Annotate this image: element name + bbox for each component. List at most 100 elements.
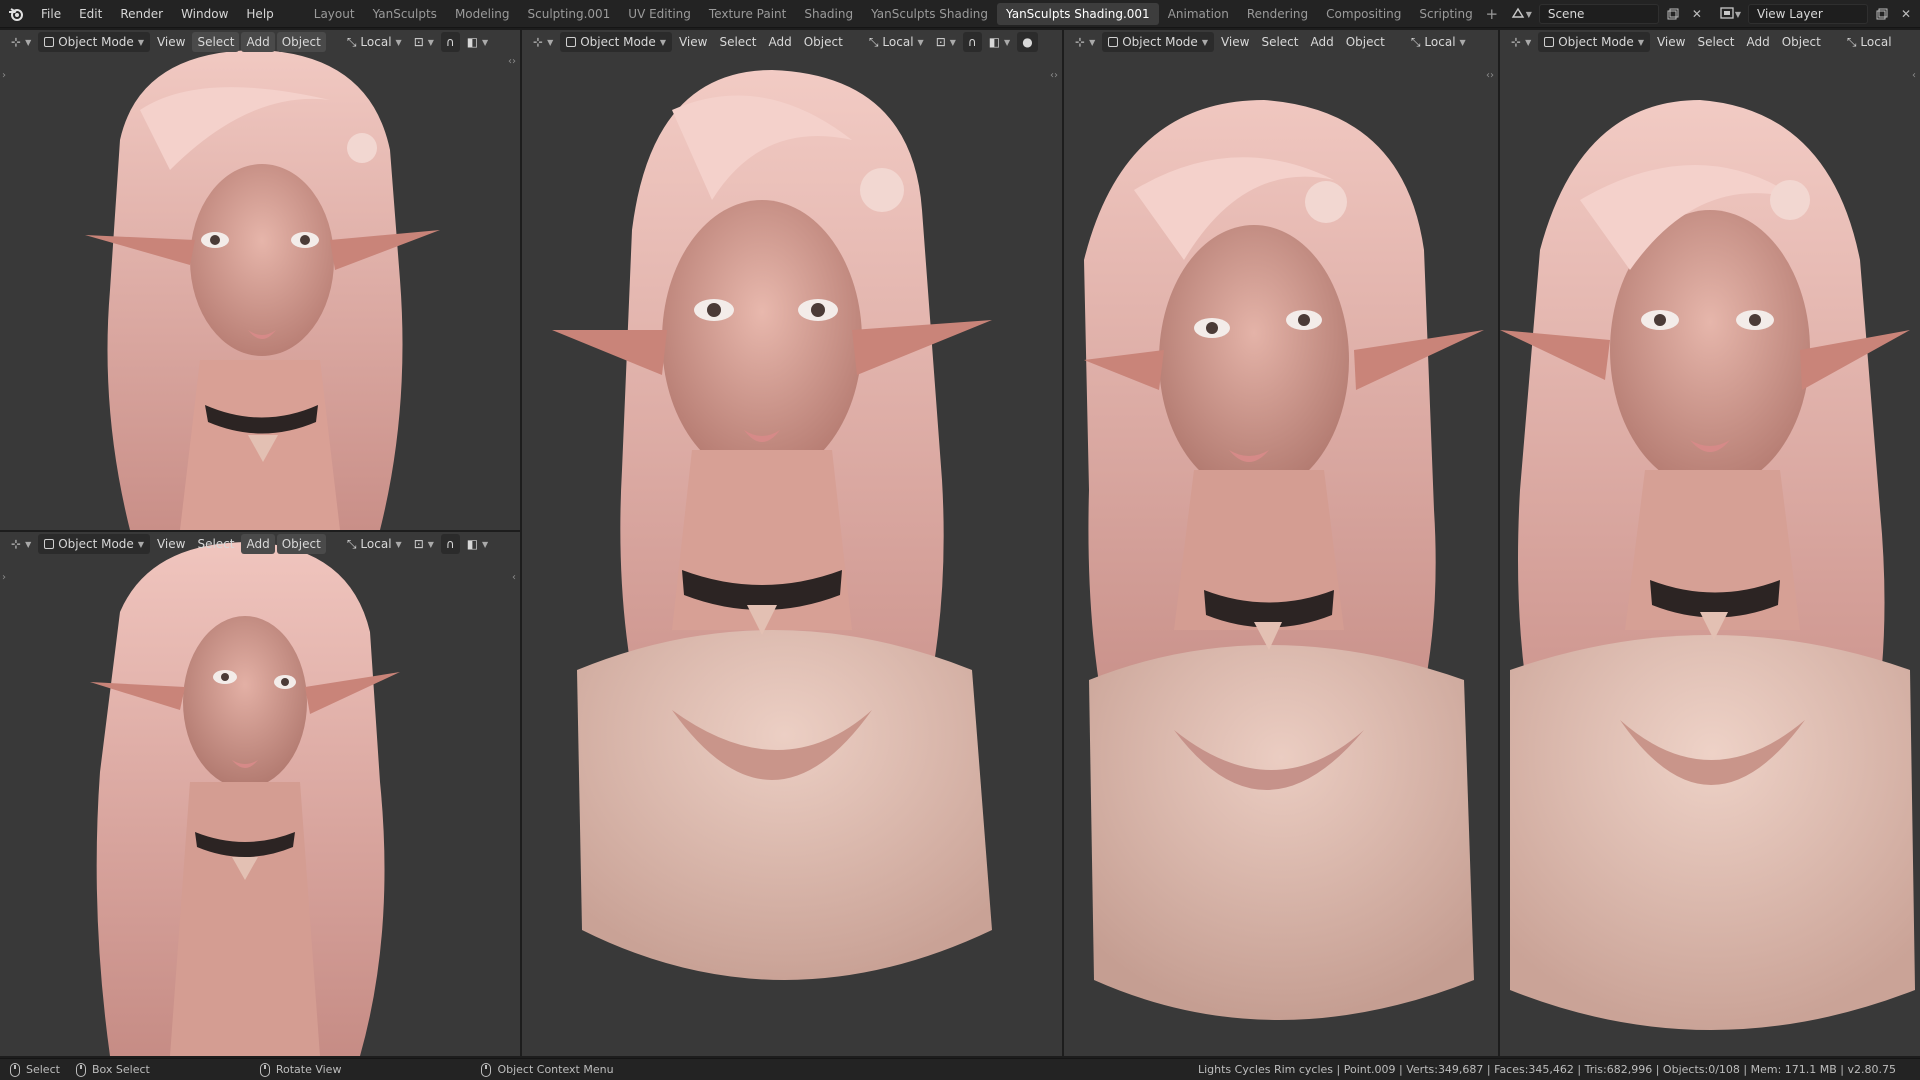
select-menu[interactable]: Select <box>1692 32 1739 52</box>
view-layer-field[interactable]: View Layer <box>1748 4 1868 24</box>
chevron-down-icon: ▼ <box>1201 37 1208 47</box>
snap-toggle[interactable]: ∩ <box>440 32 460 52</box>
tab-yansculpts[interactable]: YanSculpts <box>364 3 446 25</box>
transform-orientation-dropdown[interactable]: ⤡ Local ▼ <box>342 534 407 554</box>
object-menu[interactable]: Object <box>799 32 848 52</box>
select-menu[interactable]: Select <box>192 32 240 52</box>
expand-arrows-icon[interactable]: ‹› <box>1486 70 1494 81</box>
object-mode-dropdown[interactable]: Object Mode ▼ <box>560 32 672 52</box>
view-layer-selector-button[interactable]: ▼ <box>1717 4 1744 24</box>
select-menu[interactable]: Select <box>192 534 239 554</box>
editor-type-button[interactable]: ⊹ ▼ <box>1506 32 1536 52</box>
viewport-header: ⊹ ▼ Object Mode ▼ View Select Add Object ⤡… <box>1064 30 1498 54</box>
sculpt-render-image <box>552 70 992 980</box>
scene-statistics: Lights Cycles Rim cycles | Point.009 | V… <box>1197 1063 1896 1076</box>
add-menu[interactable]: Add <box>241 534 275 554</box>
expand-arrows-icon[interactable]: ‹› <box>508 56 516 67</box>
editor-type-button[interactable]: ⊹ ▼ <box>1070 32 1100 52</box>
shading-dropdown[interactable]: ◧ ▼ <box>462 534 494 554</box>
select-menu[interactable]: Select <box>1256 32 1303 52</box>
editor-type-button[interactable]: ⊹ ▼ <box>6 534 36 554</box>
tab-rendering[interactable]: Rendering <box>1238 3 1317 25</box>
shading-icon: ◧ <box>466 35 479 49</box>
viewport-header: ⊹ ▼ Object Mode ▼ View Select Add Object ⤡… <box>0 30 520 54</box>
object-mode-dropdown[interactable]: Object Mode ▼ <box>1102 32 1214 52</box>
tab-animation[interactable]: Animation <box>1159 3 1238 25</box>
new-view-layer-icon[interactable] <box>1872 4 1892 24</box>
pivot-point-dropdown[interactable]: ⊡ ▼ <box>409 32 439 52</box>
editor-type-button[interactable]: ⊹ ▼ <box>528 32 558 52</box>
viewport-right-center[interactable]: ⊹ ▼ Object Mode ▼ View Select Add Object ⤡… <box>1064 30 1498 1056</box>
object-mode-dropdown[interactable]: Object Mode ▼ <box>38 534 150 554</box>
scene-selector-button[interactable]: ▼ <box>1508 4 1535 24</box>
view-menu[interactable]: View <box>674 32 712 52</box>
view-menu[interactable]: View <box>152 534 190 554</box>
object-mode-icon <box>44 539 55 549</box>
object-menu[interactable]: Object <box>1341 32 1390 52</box>
view-menu[interactable]: View <box>1216 32 1254 52</box>
new-scene-icon[interactable] <box>1663 4 1683 24</box>
shading-dropdown[interactable]: ◧ ▼ <box>984 32 1016 52</box>
blender-logo-icon[interactable] <box>0 0 32 28</box>
chevron-down-icon: ▼ <box>1089 37 1096 47</box>
chevron-right-icon[interactable]: › <box>2 70 6 81</box>
scene-name-field[interactable]: Scene <box>1538 4 1659 24</box>
menu-window[interactable]: Window <box>172 0 237 28</box>
menu-edit[interactable]: Edit <box>70 0 111 28</box>
select-menu[interactable]: Select <box>714 32 761 52</box>
transform-orientation-dropdown[interactable]: ⤡ Local ▼ <box>864 32 929 52</box>
add-workspace-button[interactable]: + <box>1482 5 1502 23</box>
expand-arrows-icon[interactable]: ‹› <box>1050 70 1058 81</box>
object-mode-dropdown[interactable]: Object Mode ▼ <box>1538 32 1650 52</box>
viewport-center[interactable]: ⊹ ▼ Object Mode ▼ View Select Add Object ⤡… <box>522 30 1062 1056</box>
render-layers-icon <box>1720 6 1734 22</box>
pivot-point-dropdown[interactable]: ⊡ ▼ <box>931 32 961 52</box>
transform-orientation-dropdown[interactable]: ⤡ Local ▼ <box>1406 32 1471 52</box>
tab-sculpting-001[interactable]: Sculpting.001 <box>519 3 620 25</box>
tab-compositing[interactable]: Compositing <box>1317 3 1410 25</box>
chevron-left-icon[interactable]: ‹ <box>512 572 516 583</box>
shading-dropdown[interactable]: ◧ ▼ <box>462 32 494 52</box>
pivot-point-dropdown[interactable]: ⊡ ▼ <box>409 534 439 554</box>
chevron-left-icon[interactable]: ‹ <box>1912 70 1916 81</box>
transform-orientation-dropdown[interactable]: ⤡ Local <box>1842 32 1897 52</box>
tab-shading[interactable]: Shading <box>795 3 862 25</box>
tab-yansculpts-shading[interactable]: YanSculpts Shading <box>862 3 997 25</box>
tab-layout[interactable]: Layout <box>305 3 364 25</box>
object-mode-dropdown[interactable]: Object Mode ▼ <box>38 32 150 52</box>
add-menu[interactable]: Add <box>1741 32 1774 52</box>
tab-texture-paint[interactable]: Texture Paint <box>700 3 795 25</box>
chevron-right-icon[interactable]: › <box>2 572 6 583</box>
editor-type-button[interactable]: ⊹ ▼ <box>6 32 36 52</box>
chevron-down-icon: ▼ <box>917 37 924 47</box>
close-icon[interactable]: ✕ <box>1687 4 1707 24</box>
menu-file[interactable]: File <box>32 0 70 28</box>
menu-help[interactable]: Help <box>237 0 282 28</box>
overlay-toggle[interactable]: ● <box>1017 32 1038 52</box>
add-menu[interactable]: Add <box>1305 32 1338 52</box>
close-icon[interactable]: ✕ <box>1896 4 1916 24</box>
object-menu[interactable]: Object <box>276 534 326 554</box>
tab-uv-editing[interactable]: UV Editing <box>619 3 700 25</box>
viewport-top-left[interactable]: ⊹ ▼ Object Mode ▼ View Select Add Object ⤡… <box>0 30 520 530</box>
chevron-down-icon: ▼ <box>427 37 434 47</box>
snap-toggle[interactable]: ∩ <box>440 534 460 554</box>
view-menu[interactable]: View <box>152 32 190 52</box>
tab-modeling[interactable]: Modeling <box>446 3 519 25</box>
chevron-down-icon: ▼ <box>395 37 402 47</box>
snap-toggle[interactable]: ∩ <box>962 32 982 52</box>
viewport-far-right[interactable]: ⊹ ▼ Object Mode ▼ View Select Add Object ⤡… <box>1500 30 1920 1056</box>
add-menu[interactable]: Add <box>763 32 796 52</box>
transform-orientation-dropdown[interactable]: ⤡ Local ▼ <box>342 32 407 52</box>
tab-scripting[interactable]: Scripting <box>1410 3 1481 25</box>
object-menu[interactable]: Object <box>1777 32 1826 52</box>
tab-yansculpts-shading-001[interactable]: YanSculpts Shading.001 <box>997 2 1159 25</box>
view-menu[interactable]: View <box>1652 32 1690 52</box>
viewport-bottom-left[interactable]: ⊹ ▼ Object Mode ▼ View Select Add Object ⤡… <box>0 532 520 1056</box>
pivot-point-icon: ⊡ <box>413 537 424 551</box>
menu-render[interactable]: Render <box>111 0 172 28</box>
shading-icon: ◧ <box>988 35 1001 49</box>
object-menu[interactable]: Object <box>276 32 326 52</box>
object-mode-icon <box>1544 37 1555 47</box>
add-menu[interactable]: Add <box>241 32 275 52</box>
